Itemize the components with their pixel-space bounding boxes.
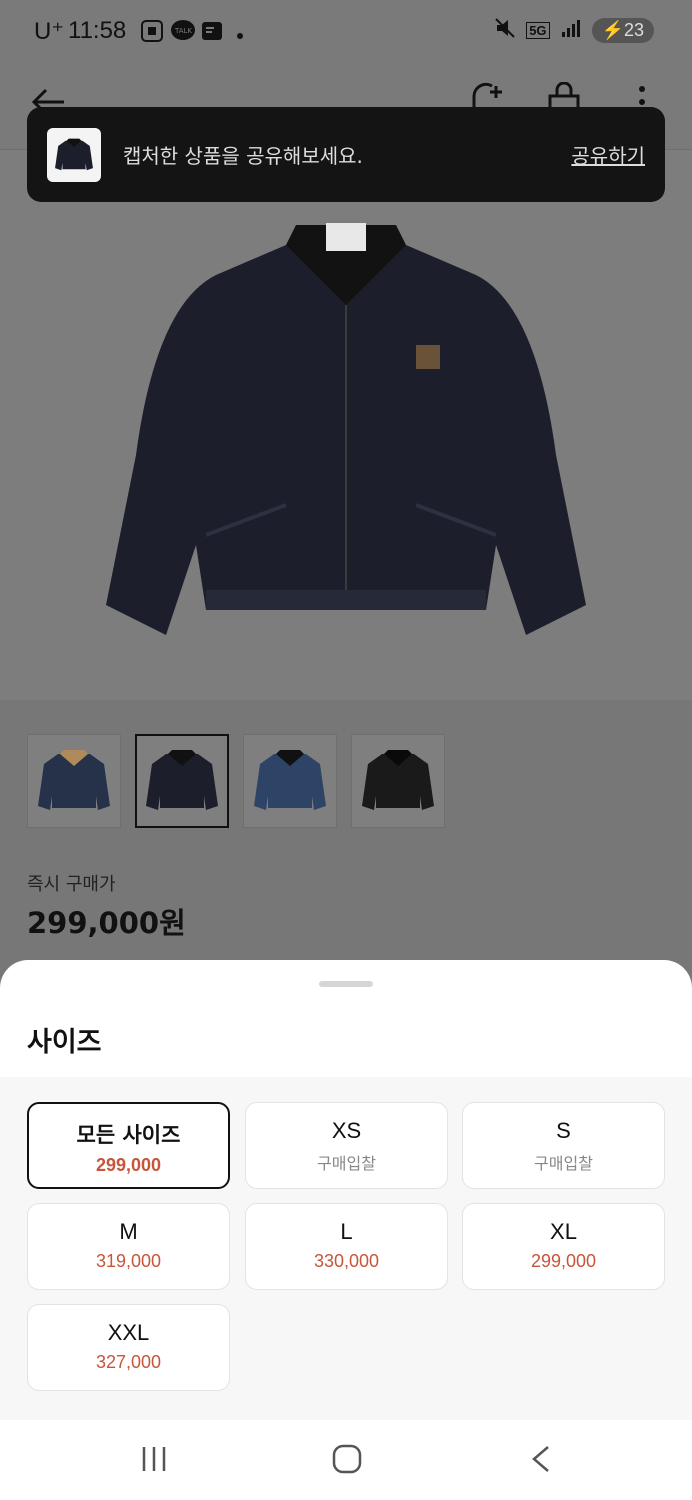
thumbnail-2[interactable] — [135, 734, 229, 828]
size-price: 299,000 — [530, 1251, 597, 1271]
size-price: 299,000 — [95, 1155, 162, 1175]
size-option-m[interactable]: M 319,000 — [27, 1203, 230, 1290]
mute-icon — [494, 17, 516, 44]
clock: 11:58 — [68, 17, 127, 44]
product-image[interactable] — [0, 150, 692, 700]
signal-icon — [560, 18, 582, 43]
screenshot-icon — [140, 19, 164, 48]
svg-text:TALK: TALK — [174, 27, 192, 35]
toast-thumbnail — [47, 127, 101, 182]
size-price: 319,000 — [95, 1251, 162, 1271]
carrier-label: U⁺ — [34, 18, 64, 45]
notification-dot-icon — [236, 27, 244, 45]
home-icon[interactable] — [332, 1444, 362, 1478]
thumbnail-strip — [27, 734, 445, 828]
price-label: 즉시 구매가 — [27, 874, 116, 895]
size-price: 327,000 — [95, 1352, 162, 1372]
battery-level: 23 — [623, 20, 644, 40]
size-label: S — [556, 1118, 571, 1143]
size-label: M — [119, 1219, 138, 1244]
size-label: XL — [550, 1219, 577, 1244]
sheet-title: 사이즈 — [27, 1027, 102, 1058]
size-option-xl[interactable]: XL 299,000 — [462, 1203, 665, 1290]
size-option-xs[interactable]: XS 구매입찰 — [245, 1102, 448, 1189]
battery-indicator: ⚡23 — [591, 18, 654, 43]
back-nav-icon[interactable] — [530, 1444, 552, 1478]
recent-apps-icon[interactable] — [140, 1444, 168, 1478]
share-link[interactable]: 공유하기 — [571, 140, 645, 169]
size-option-xxl[interactable]: XXL 327,000 — [27, 1304, 230, 1391]
jacket-image — [106, 223, 586, 635]
instant-buy-price: 299,000원 — [27, 906, 186, 940]
size-options-grid: 모든 사이즈 299,000 XS 구매입찰 S 구매입찰 M 319,000 … — [0, 1077, 692, 1420]
size-label: L — [340, 1219, 353, 1244]
system-nav-bar — [0, 1420, 692, 1500]
size-option-all[interactable]: 모든 사이즈 299,000 — [27, 1102, 230, 1189]
size-label: 모든 사이즈 — [76, 1123, 181, 1147]
notes-icon — [200, 19, 224, 48]
size-label: XXL — [107, 1320, 150, 1345]
sheet-drag-handle[interactable] — [319, 981, 373, 987]
size-option-s[interactable]: S 구매입찰 — [462, 1102, 665, 1189]
size-price: 구매입찰 — [534, 1154, 593, 1173]
size-price: 330,000 — [313, 1251, 380, 1271]
size-price: 구매입찰 — [317, 1154, 376, 1173]
status-bar: U⁺ 11:58 TALK 5G ⚡23 — [0, 0, 692, 62]
thumbnail-3[interactable] — [243, 734, 337, 828]
kakaotalk-icon: TALK — [170, 19, 196, 48]
network-type: 5G — [526, 22, 550, 39]
thumbnail-1[interactable] — [27, 734, 121, 828]
size-label: XS — [331, 1118, 362, 1143]
size-bottom-sheet: 사이즈 모든 사이즈 299,000 XS 구매입찰 S 구매입찰 M 319,… — [0, 960, 692, 1420]
thumbnail-4[interactable] — [351, 734, 445, 828]
size-option-l[interactable]: L 330,000 — [245, 1203, 448, 1290]
share-toast: 캡처한 상품을 공유해보세요. 공유하기 — [27, 107, 665, 202]
toast-message: 캡처한 상품을 공유해보세요. — [123, 144, 363, 168]
